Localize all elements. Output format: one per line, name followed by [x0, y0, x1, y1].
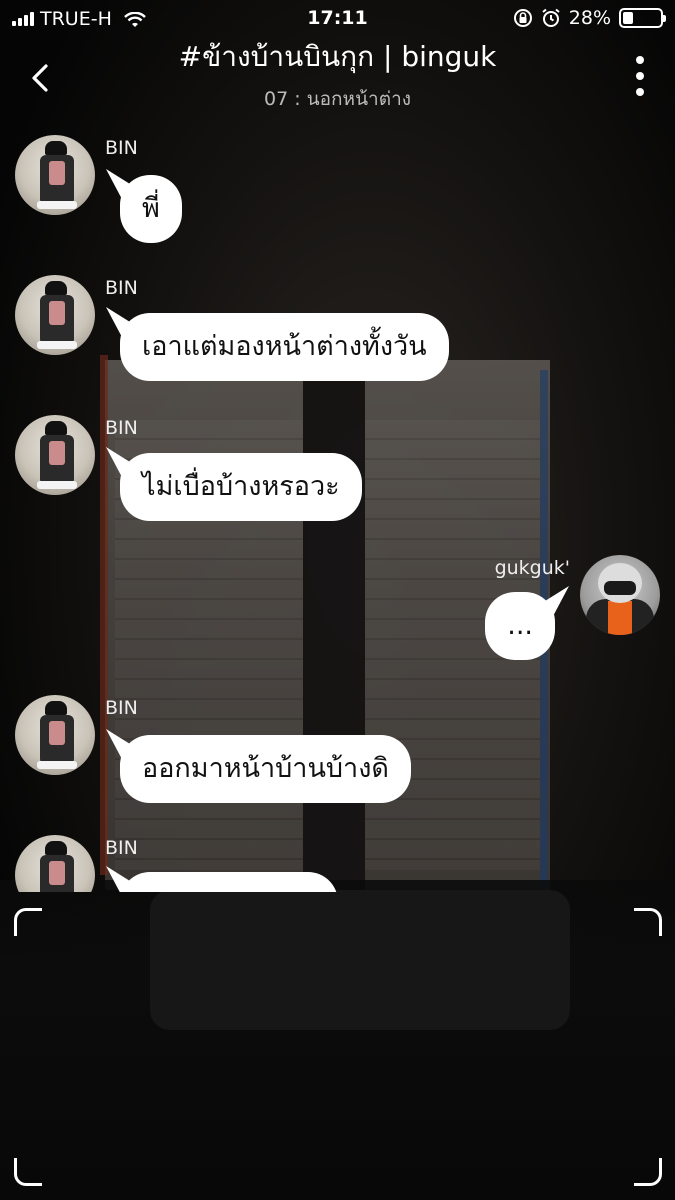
sender-name: BIN	[105, 417, 138, 439]
more-button[interactable]	[635, 56, 645, 96]
avatar-bin[interactable]	[15, 275, 95, 355]
status-bar: TRUE-H 17:11 28%	[0, 0, 675, 40]
message-item: BIN ไม่เบื่อบ้างหรอวะ	[0, 400, 675, 530]
alarm-icon	[541, 8, 561, 28]
chat-title: #ข้างบ้านบินกุก | binguk	[178, 40, 497, 73]
viewfinder-corner	[634, 908, 662, 936]
viewfinder-corner	[14, 1158, 42, 1186]
sender-name: BIN	[105, 277, 138, 299]
avatar-gukguk[interactable]	[580, 555, 660, 635]
viewfinder-frame	[14, 908, 662, 1186]
sender-name: BIN	[105, 137, 138, 159]
chat-header: #ข้างบ้านบินกุก | binguk 07 : นอกหน้าต่า…	[0, 40, 675, 120]
avatar-bin[interactable]	[15, 695, 95, 775]
avatar-bin[interactable]	[15, 135, 95, 215]
message-item: BIN ออกมาหน้าบ้านบ้างดิ	[0, 680, 675, 810]
battery-icon	[619, 8, 666, 28]
message-bubble[interactable]: ออกมาหน้าบ้านบ้างดิ	[120, 735, 411, 803]
avatar-bin[interactable]	[15, 415, 95, 495]
message-bubble[interactable]: ไม่เบื่อบ้างหรอวะ	[120, 453, 362, 521]
sender-name: BIN	[105, 697, 138, 719]
message-item: BIN	[0, 820, 675, 892]
message-bubble[interactable]: เอาแต่มองหน้าต่างทั้งวัน	[120, 313, 449, 381]
message-item: BIN เอาแต่มองหน้าต่างทั้งวัน	[0, 260, 675, 390]
rotation-lock-icon	[513, 8, 533, 28]
sender-name: gukguk'	[494, 557, 570, 579]
message-bubble[interactable]: ...	[485, 592, 555, 660]
battery-percent: 28%	[568, 7, 611, 29]
message-bubble[interactable]	[120, 872, 338, 892]
viewfinder-corner	[14, 908, 42, 936]
back-button[interactable]	[26, 60, 56, 96]
chevron-left-icon	[32, 64, 48, 92]
message-item: BIN พี่	[0, 120, 675, 250]
battery-fill	[623, 12, 634, 24]
viewfinder-corner	[634, 1158, 662, 1186]
message-list[interactable]: BIN พี่ BIN เอาแต่มองหน้าต่างทั้งวัน BIN…	[0, 120, 675, 892]
message-bubble[interactable]: พี่	[120, 175, 182, 243]
more-vertical-icon	[636, 56, 644, 64]
sender-name: BIN	[105, 837, 138, 859]
avatar-bin[interactable]	[15, 835, 95, 892]
chat-subtitle: 07 : นอกหน้าต่าง	[263, 88, 412, 110]
message-item: gukguk' ...	[0, 540, 675, 670]
